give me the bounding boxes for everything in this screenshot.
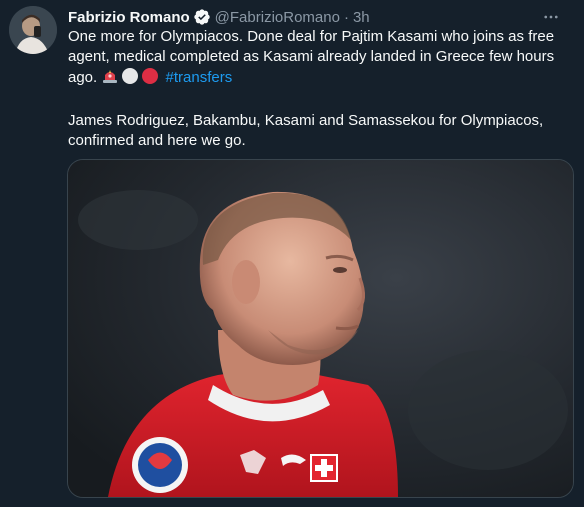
red-circle-emoji <box>141 67 159 91</box>
handle[interactable]: @FabrizioRomano <box>215 9 340 26</box>
tweet-header: Fabrizio Romano @FabrizioRomano · 3h <box>68 6 570 28</box>
verified-badge-icon <box>193 8 211 26</box>
display-name[interactable]: Fabrizio Romano <box>68 9 190 26</box>
tweet-media-photo[interactable] <box>67 159 574 498</box>
avatar[interactable] <box>9 6 57 54</box>
timestamp[interactable]: 3h <box>353 9 370 26</box>
tweet-text: One more for Olympiacos. Done deal for P… <box>68 27 564 151</box>
hashtag-link[interactable]: #transfers <box>166 69 233 86</box>
player-photo <box>68 160 573 497</box>
white-circle-emoji <box>121 67 139 91</box>
separator: · <box>343 8 349 26</box>
tweet-paragraph-1: One more for Olympiacos. Done deal for P… <box>68 27 564 91</box>
more-icon[interactable] <box>540 6 562 28</box>
tweet-paragraph-2: James Rodriguez, Bakambu, Kasami and Sam… <box>68 112 544 149</box>
siren-emoji <box>101 67 119 91</box>
avatar-image <box>9 6 57 54</box>
